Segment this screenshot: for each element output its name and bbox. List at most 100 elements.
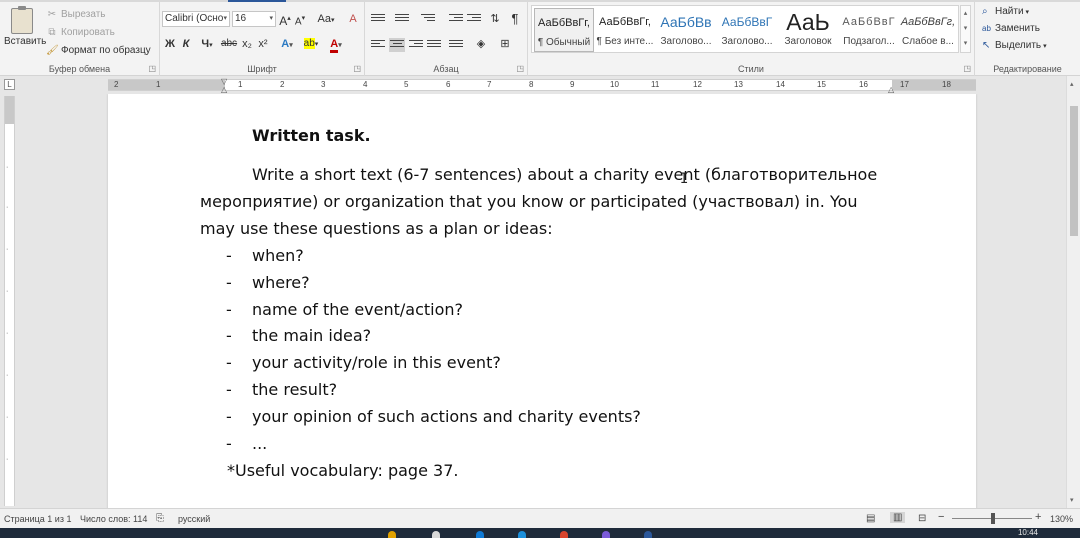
bullets-icon[interactable] [371,14,385,26]
font-size-combo[interactable]: 16 ▾ [232,11,276,27]
font-group-label: Шрифт [247,64,277,74]
align-center-icon[interactable] [389,38,405,52]
proofing-icon[interactable]: ⎘ [156,513,164,524]
zoom-out-icon[interactable]: − [938,511,944,523]
styles-launcher-icon[interactable]: ◳ [963,65,971,73]
vertical-scrollbar[interactable]: ▴ ▾ [1066,76,1080,508]
sort-button[interactable]: ⇅ [489,11,501,27]
paste-button[interactable]: Вставить [4,6,46,50]
ruler-number: 16 [859,80,868,89]
taskbar-app-icon[interactable] [476,531,484,538]
style-normal[interactable]: АаБбВвГг, ¶ Обычный [534,8,594,52]
shrink-font-button[interactable]: A▾ [294,11,306,27]
document-canvas[interactable]: Written task. Write a short text (6-7 se… [17,94,1066,508]
tab-selector-icon[interactable]: L [4,79,15,90]
clear-formatting-button[interactable]: A [346,11,360,27]
cut-button[interactable]: ✂ Вырезать [46,8,106,22]
grow-font-button[interactable]: A▴ [279,11,291,28]
word-count[interactable]: Число слов: 114 [80,514,147,524]
clipboard-launcher-icon[interactable]: ◳ [148,65,156,73]
bullet-dash: - [226,407,232,426]
taskbar-word-icon[interactable] [644,531,652,538]
style-subtitle[interactable]: АаБбВвГ Подзагол... [839,8,899,52]
paragraph-group: ⇅ ¶ ◈ ⊞ Абзац ◳ [365,2,528,76]
decrease-indent-icon[interactable] [449,14,463,26]
read-mode-icon[interactable]: ▤ [866,513,875,524]
change-case-button[interactable]: Aa▾ [314,11,338,27]
italic-button[interactable]: К [180,36,192,52]
replace-button[interactable]: ab Заменить [982,22,1040,36]
subscript-button[interactable]: x₂ [240,36,254,52]
styles-gallery: АаБбВвГг, ¶ Обычный АаБбВвГг, ¶ Без инте… [531,5,959,53]
find-button[interactable]: ⌕ Найти ▾ [982,5,1029,19]
numbering-icon[interactable] [395,14,409,26]
justify-icon[interactable] [427,40,441,52]
align-right-icon[interactable] [409,40,423,52]
find-label: Найти [995,6,1024,17]
chevron-down-icon[interactable]: ▾ [961,21,970,36]
copy-button[interactable]: ⧉ Копировать [46,26,114,40]
strikethrough-button[interactable]: abc [220,36,238,52]
font-color-button[interactable]: A▾ [326,36,346,53]
align-left-icon[interactable] [371,40,385,52]
style-name: Слабое в... [902,36,954,47]
right-indent-marker[interactable]: △ [888,85,894,94]
select-button[interactable]: ↖ Выделить ▾ [982,39,1047,53]
scroll-thumb[interactable] [1070,106,1078,236]
zoom-level[interactable]: 130% [1050,514,1073,524]
shading-button[interactable]: ◈ [473,36,489,52]
vruler-mark: · [6,414,9,421]
horizontal-ruler[interactable]: 2 1 1 2 3 4 5 6 7 8 9 10 11 12 13 14 15 … [108,77,976,94]
taskbar-app-icon[interactable] [432,531,440,538]
style-no-spacing[interactable]: АаБбВвГг, ¶ Без инте... [595,8,655,52]
format-painter-button[interactable]: 🖌 Формат по образцу [46,44,151,58]
increase-indent-icon[interactable] [467,14,481,26]
styles-gallery-scroll[interactable]: ▴ ▾ ▾ [960,5,971,53]
highlight-button[interactable]: ab▾ [300,36,322,52]
text-effects-button[interactable]: A▾ [278,36,296,52]
taskbar-app-icon[interactable] [602,531,610,538]
page-count[interactable]: Страница 1 из 1 [4,514,71,524]
format-painter-label: Формат по образцу [61,45,151,56]
print-layout-icon[interactable]: ▥ [890,512,906,523]
style-title[interactable]: АаЬ Заголовок [778,8,838,52]
bullet-dash: - [226,434,232,453]
cursor-arrow-icon: ↖ [982,40,991,51]
clipboard-icon [11,6,33,34]
style-heading-2[interactable]: АаБбВвГ Заголово... [717,8,777,52]
search-icon: ⌕ [982,6,988,17]
underline-button[interactable]: Ч▾ [198,36,216,52]
web-layout-icon[interactable]: ⊟ [918,513,926,524]
scroll-down-icon[interactable]: ▾ [1070,496,1074,504]
vertical-ruler[interactable]: · · · · · · · · [4,96,15,506]
zoom-in-icon[interactable]: + [1035,511,1041,523]
vruler-mark: · [6,330,9,337]
paragraph-launcher-icon[interactable]: ◳ [516,65,524,73]
bullet-dash: - [226,246,232,265]
borders-button[interactable]: ⊞ [497,36,513,52]
style-heading-1[interactable]: АаБбВв Заголово... [656,8,716,52]
bold-button[interactable]: Ж [164,36,176,52]
list-item: ... [252,434,268,453]
language-indicator[interactable]: русский [178,514,210,524]
style-name: ¶ Без инте... [596,36,654,47]
scroll-up-icon[interactable]: ▴ [1070,80,1074,88]
hanging-indent-marker[interactable]: △ [221,85,227,94]
taskbar-app-icon[interactable] [518,531,526,538]
taskbar-app-icon[interactable] [560,531,568,538]
font-family-combo[interactable]: Calibri (Осно ▾ [162,11,230,27]
show-marks-button[interactable]: ¶ [509,11,521,27]
style-subtle-emphasis[interactable]: АаБбВвГг, Слабое в... [898,8,958,52]
taskbar-app-icon[interactable] [388,531,396,538]
taskbar-clock[interactable]: 10:44 [1018,529,1038,537]
ruler-number: 18 [942,80,951,89]
vruler-mark: · [6,164,9,171]
line-spacing-icon[interactable] [449,40,463,52]
zoom-slider-thumb[interactable] [991,513,995,524]
superscript-button[interactable]: x² [256,36,270,52]
font-launcher-icon[interactable]: ◳ [353,65,361,73]
chevron-up-icon[interactable]: ▴ [961,6,970,21]
multilevel-list-icon[interactable] [421,14,435,26]
document-page[interactable]: Written task. Write a short text (6-7 se… [108,94,976,508]
more-icon[interactable]: ▾ [961,36,970,51]
